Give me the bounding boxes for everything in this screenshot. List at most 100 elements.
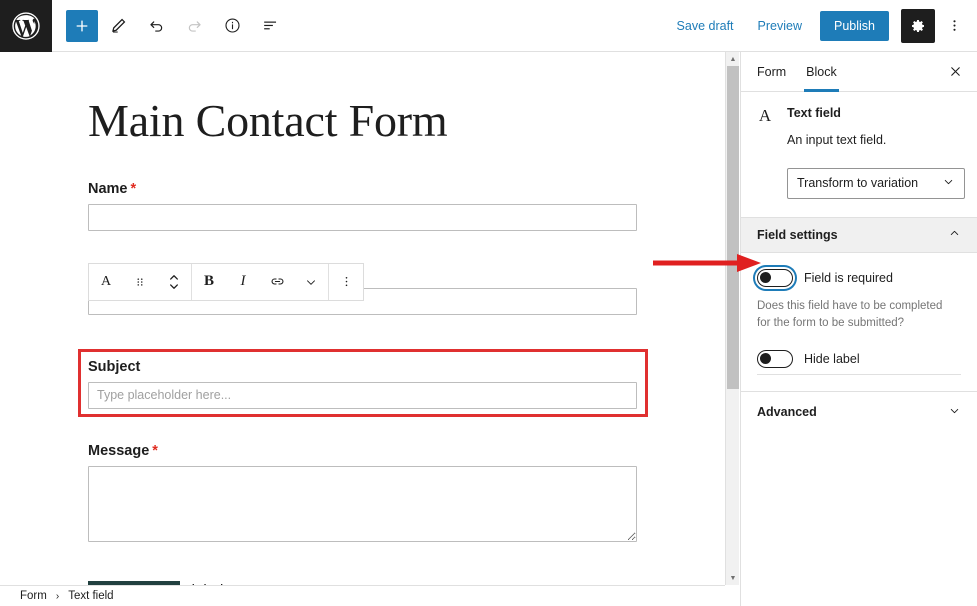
field-is-required-toggle[interactable] xyxy=(757,268,793,287)
breadcrumb-item-form[interactable]: Form xyxy=(20,590,47,602)
kebab-menu-icon[interactable] xyxy=(329,264,363,300)
page-title[interactable]: Main Contact Form xyxy=(88,95,725,147)
scroll-up-arrow-icon[interactable]: ▲ xyxy=(726,52,740,66)
editor-canvas[interactable]: Main Contact Form Name* Email* A xyxy=(0,52,725,585)
tab-block[interactable]: Block xyxy=(796,52,847,92)
up-down-chevrons-glyph xyxy=(170,274,178,289)
field-label-text: Message xyxy=(88,442,150,459)
wordpress-logo-icon[interactable] xyxy=(0,0,52,52)
message-textarea[interactable] xyxy=(88,465,637,542)
block-title: Text field xyxy=(787,106,841,120)
close-x-icon[interactable] xyxy=(939,56,971,88)
field-label: Subject xyxy=(88,359,637,375)
field-label-text: Subject xyxy=(88,358,141,375)
scrollbar-thumb[interactable] xyxy=(727,66,739,389)
redo-glyph xyxy=(188,21,201,32)
name-input[interactable] xyxy=(88,203,637,231)
block-toolbar-group-format: B I xyxy=(192,263,329,300)
block-description: An input text field. xyxy=(787,133,887,147)
field-settings-panel-body: Field is required Does this field have t… xyxy=(741,253,977,392)
hide-label-label: Hide label xyxy=(804,352,860,366)
block-toolbar-group-options xyxy=(329,264,363,300)
info-circle-glyph xyxy=(224,18,240,33)
wordpress-logo-glyph xyxy=(12,11,40,40)
edit-pencil-icon[interactable] xyxy=(100,8,136,44)
chevron-down-icon xyxy=(948,404,961,420)
block-toolbar[interactable]: A B I xyxy=(88,262,364,301)
required-asterisk: * xyxy=(152,442,158,459)
text-field-A-icon[interactable]: A xyxy=(89,264,123,300)
add-block-icon[interactable] xyxy=(66,9,98,42)
field-is-required-label: Field is required xyxy=(804,270,893,285)
field-is-required-row: Field is required xyxy=(757,268,961,287)
breadcrumb-item-text-field[interactable]: Text field xyxy=(68,590,113,602)
editor-top-bar: Save draft Preview Publish xyxy=(0,0,977,52)
gear-icon[interactable] xyxy=(901,8,935,43)
list-view-glyph xyxy=(263,21,276,30)
undo-icon[interactable] xyxy=(138,8,174,44)
chevron-down-glyph xyxy=(307,279,315,285)
wordpress-block-editor: Save draft Preview Publish Main Contact … xyxy=(0,0,977,606)
field-is-required-help: Does this field have to be completed for… xyxy=(757,299,943,329)
block-settings-sidebar: Form Block A Text field An input text fi… xyxy=(740,52,977,606)
kebab-menu-icon[interactable] xyxy=(939,9,969,43)
panel-divider xyxy=(757,374,961,375)
redo-icon[interactable] xyxy=(176,8,212,44)
chevron-down-icon[interactable] xyxy=(294,264,328,300)
chevron-down-glyph xyxy=(944,179,953,185)
advanced-title: Advanced xyxy=(757,404,817,419)
text-field-A-icon: A xyxy=(758,106,772,125)
hide-label-toggle[interactable] xyxy=(757,350,793,368)
undo-glyph xyxy=(149,21,162,32)
toggle-knob xyxy=(760,353,771,364)
chevron-up-glyph xyxy=(950,230,959,235)
sidebar-tabs: Form Block xyxy=(741,52,977,92)
form-field-name[interactable]: Name * xyxy=(88,181,637,231)
link-chain-glyph xyxy=(271,278,283,285)
breadcrumb: Form › Text field xyxy=(0,585,725,606)
save-draft-button[interactable]: Save draft xyxy=(667,13,744,39)
field-settings-panel-header[interactable]: Field settings xyxy=(741,216,977,253)
close-glyph xyxy=(950,67,960,76)
publish-button[interactable]: Publish xyxy=(820,10,889,41)
field-label-text: Name xyxy=(88,180,128,197)
chevron-down-glyph xyxy=(950,408,959,413)
required-asterisk: * xyxy=(130,180,137,197)
form-field-email[interactable]: Email* A xyxy=(88,262,637,315)
block-info-header: A Text field xyxy=(757,106,961,124)
pencil-glyph xyxy=(111,18,125,33)
bold-button[interactable]: B xyxy=(192,264,226,300)
scroll-down-arrow-icon[interactable]: ▼ xyxy=(726,571,740,585)
subject-input[interactable] xyxy=(88,381,637,409)
transform-select-label: Transform to variation xyxy=(797,176,919,190)
tab-form[interactable]: Form xyxy=(747,52,796,92)
drag-handle-icon[interactable] xyxy=(123,264,157,300)
move-up-down-icon[interactable] xyxy=(157,264,191,300)
advanced-panel-header[interactable]: Advanced xyxy=(741,391,977,431)
kebab-glyph xyxy=(952,20,956,31)
top-bar-tools xyxy=(52,8,288,44)
chevron-up-icon xyxy=(948,227,961,243)
transform-to-variation-select[interactable]: Transform to variation xyxy=(787,167,965,199)
breadcrumb-separator: › xyxy=(55,590,60,602)
canvas-scrollbar[interactable]: ▲ ▼ xyxy=(725,52,739,585)
form-field-subject[interactable]: Subject xyxy=(78,348,648,417)
plus-glyph xyxy=(76,20,88,31)
field-label: Message * xyxy=(88,443,637,459)
info-icon[interactable] xyxy=(214,8,250,44)
gear-glyph xyxy=(912,19,924,32)
italic-button[interactable]: I xyxy=(226,264,260,300)
preview-button[interactable]: Preview xyxy=(748,13,812,39)
field-settings-title: Field settings xyxy=(757,227,838,242)
field-label: Name * xyxy=(88,181,637,197)
drag-dots-glyph xyxy=(137,277,143,286)
kebab-glyph xyxy=(345,277,347,287)
hide-label-row: Hide label xyxy=(757,350,961,368)
block-info-panel: A Text field An input text field. Transf… xyxy=(741,92,977,199)
top-bar-actions: Save draft Preview Publish xyxy=(667,8,977,43)
form-field-message[interactable]: Message * xyxy=(88,443,637,547)
link-icon[interactable] xyxy=(260,264,294,300)
chevron-down-icon xyxy=(942,175,955,191)
list-view-icon[interactable] xyxy=(252,8,288,44)
